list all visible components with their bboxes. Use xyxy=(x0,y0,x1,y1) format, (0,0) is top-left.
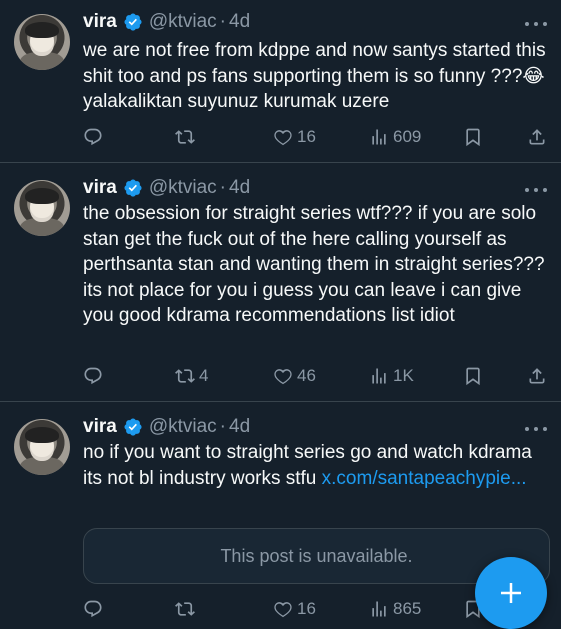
tweet-text: the obsession for straight series wtf???… xyxy=(83,203,545,326)
heart-icon xyxy=(274,130,292,146)
retweet-icon xyxy=(175,130,195,144)
views-button[interactable]: 609 xyxy=(369,124,421,150)
avatar[interactable] xyxy=(14,419,70,475)
retweet-button[interactable] xyxy=(175,124,199,150)
reply-button[interactable] xyxy=(83,363,107,389)
bookmark-button[interactable] xyxy=(463,363,483,389)
tweet[interactable]: vira @ktviac · 4d the obsession for stra… xyxy=(0,163,561,403)
heart-icon xyxy=(274,369,292,385)
retweet-icon xyxy=(175,602,195,616)
more-options-icon[interactable] xyxy=(525,419,547,439)
views-button[interactable]: 865 xyxy=(369,596,421,622)
retweet-button[interactable] xyxy=(175,596,199,622)
author-name[interactable]: vira xyxy=(83,177,117,199)
share-icon xyxy=(529,368,545,384)
tweet[interactable]: vira @ktviac · 4d we are not free from k… xyxy=(0,0,561,160)
tweet-text: no if you want to straight series go and… xyxy=(83,440,549,491)
tweet-link[interactable]: x.com/santapeachypie... xyxy=(322,468,527,489)
verified-badge-icon xyxy=(123,178,143,198)
avatar[interactable] xyxy=(14,180,70,236)
timestamp[interactable]: 4d xyxy=(229,416,250,438)
author-handle[interactable]: @ktviac xyxy=(149,11,217,33)
view-count: 1K xyxy=(393,366,414,385)
share-icon xyxy=(529,129,545,145)
avatar[interactable] xyxy=(14,14,70,70)
share-button[interactable] xyxy=(527,124,547,150)
reply-button[interactable] xyxy=(83,596,107,622)
author-name[interactable]: vira xyxy=(83,11,117,33)
bookmark-icon xyxy=(466,128,480,147)
heart-icon xyxy=(274,602,292,618)
compose-button[interactable] xyxy=(475,557,547,629)
bookmark-button[interactable] xyxy=(463,124,483,150)
separator: · xyxy=(219,11,226,32)
plus-icon xyxy=(501,583,521,603)
verified-badge-icon xyxy=(123,12,143,32)
verified-badge-icon xyxy=(123,417,143,437)
views-button[interactable]: 1K xyxy=(369,363,414,389)
reply-button[interactable] xyxy=(83,124,107,150)
timestamp[interactable]: 4d xyxy=(229,177,250,199)
retweet-count: 4 xyxy=(199,366,209,385)
author-handle[interactable]: @ktviac xyxy=(149,177,217,199)
reply-icon xyxy=(84,600,102,618)
bookmark-icon xyxy=(466,367,480,386)
unavailable-message: This post is unavailable. xyxy=(220,545,413,566)
like-count: 46 xyxy=(297,366,316,385)
views-bar-chart-icon xyxy=(372,368,386,384)
view-count: 609 xyxy=(393,127,422,146)
like-button[interactable]: 16 xyxy=(273,596,316,622)
more-options-icon[interactable] xyxy=(525,14,547,34)
separator: · xyxy=(219,177,226,198)
views-bar-chart-icon xyxy=(372,601,386,617)
author-handle[interactable]: @ktviac xyxy=(149,416,217,438)
reply-icon xyxy=(84,128,102,146)
view-count: 865 xyxy=(393,599,422,618)
more-options-icon[interactable] xyxy=(525,180,547,200)
views-bar-chart-icon xyxy=(372,129,386,145)
reply-icon xyxy=(84,367,102,385)
like-button[interactable]: 46 xyxy=(273,363,316,389)
share-button[interactable] xyxy=(527,363,547,389)
retweet-icon xyxy=(175,369,195,383)
timestamp[interactable]: 4d xyxy=(229,11,250,33)
tweet-text: we are not free from kdppe and now santy… xyxy=(83,40,546,112)
retweet-button[interactable]: 4 xyxy=(175,363,208,389)
like-button[interactable]: 16 xyxy=(273,124,316,150)
author-name[interactable]: vira xyxy=(83,416,117,438)
like-count: 16 xyxy=(297,127,316,146)
separator: · xyxy=(219,416,226,437)
like-count: 16 xyxy=(297,599,316,618)
